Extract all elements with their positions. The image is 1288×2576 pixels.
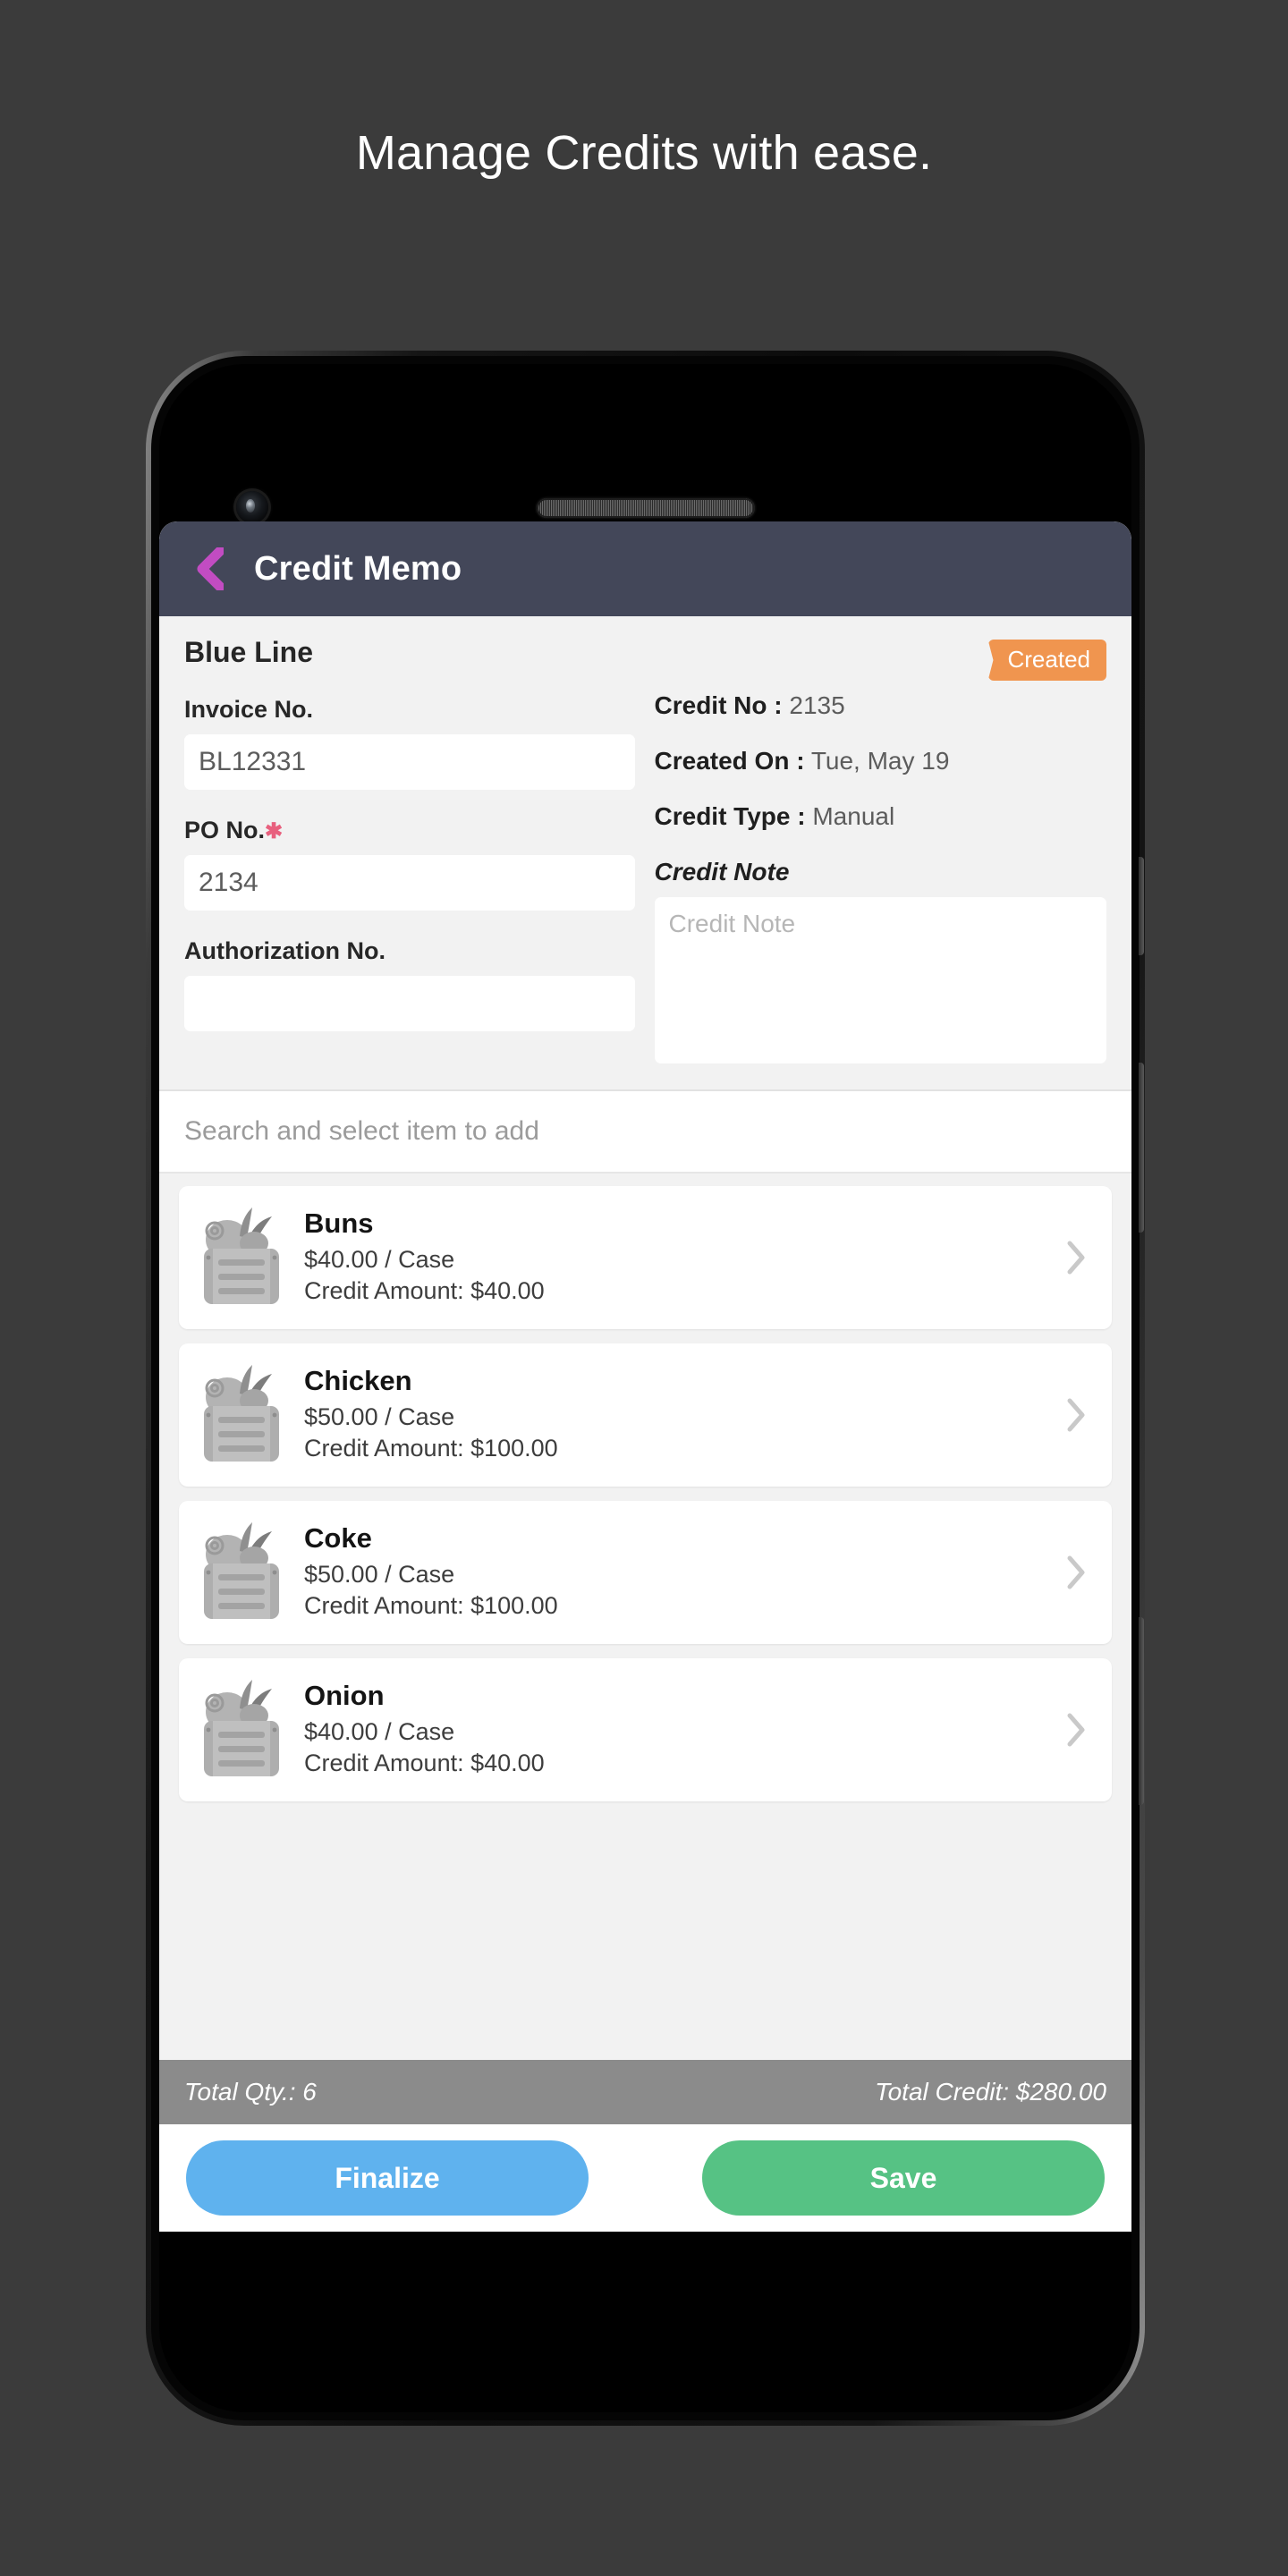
authorization-no-label: Authorization No. <box>184 937 635 965</box>
list-item-text: Chicken $50.00 / Case Credit Amount: $10… <box>301 1365 1058 1465</box>
list-item-name: Buns <box>304 1208 374 1240</box>
list-item-credit: Credit Amount: $40.00 <box>304 1277 545 1305</box>
list-item-credit: Credit Amount: $100.00 <box>304 1592 558 1620</box>
po-no-label: PO No.✱ <box>184 817 635 844</box>
phone-side-button-volume[interactable] <box>1139 1063 1144 1233</box>
front-camera-icon <box>236 491 268 523</box>
chevron-right-icon[interactable] <box>1058 1712 1094 1748</box>
customer-name: Blue Line <box>184 636 314 668</box>
list-item[interactable]: Buns $40.00 / Case Credit Amount: $40.00 <box>179 1186 1112 1329</box>
credit-memo-form: Created Blue Line Invoice No. PO No.✱ Au <box>159 616 1131 1091</box>
package-box-icon <box>195 1206 288 1309</box>
phone-side-button-mute[interactable] <box>1139 857 1144 955</box>
list-item[interactable]: Chicken $50.00 / Case Credit Amount: $10… <box>179 1343 1112 1487</box>
chevron-right-icon[interactable] <box>1058 1555 1094 1590</box>
page-title: Manage Credits with ease. <box>355 126 933 180</box>
credit-no-row: Credit No : 2135 <box>655 691 1107 720</box>
credit-no-value: 2135 <box>789 691 845 719</box>
credit-note-label: Credit Note <box>654 858 790 886</box>
list-item-name: Onion <box>304 1680 385 1712</box>
invoice-no-label: Invoice No. <box>184 696 635 724</box>
totals-bar: Total Qty.: 6 Total Credit: $280.00 <box>159 2060 1131 2124</box>
list-item-text: Onion $40.00 / Case Credit Amount: $40.0… <box>301 1680 1058 1780</box>
credit-no-key: Credit No : <box>654 691 783 719</box>
list-item-price: $40.00 / Case <box>304 1717 455 1745</box>
app-bar-title: Credit Memo <box>254 549 462 588</box>
chevron-left-icon <box>197 547 224 590</box>
action-bar: Finalize Save <box>159 2124 1131 2232</box>
required-asterisk-icon: ✱ <box>265 819 284 843</box>
status-badge: Created <box>987 640 1106 681</box>
item-search-bar[interactable] <box>159 1091 1131 1174</box>
list-item-name: Coke <box>304 1522 372 1555</box>
po-no-label-text: PO No. <box>184 817 266 843</box>
invoice-no-label-text: Invoice No. <box>184 696 314 723</box>
item-search-input[interactable] <box>184 1116 1106 1147</box>
form-left-column: Blue Line Invoice No. PO No.✱ Authorizat… <box>184 636 646 1068</box>
earpiece-speaker-icon <box>536 498 755 518</box>
list-item-price: $50.00 / Case <box>304 1402 455 1430</box>
list-item[interactable]: Coke $50.00 / Case Credit Amount: $100.0… <box>179 1501 1112 1644</box>
phone-frame: Credit Memo Created Blue Line Invoice No… <box>146 351 1145 2426</box>
phone-side-button-power[interactable] <box>1139 1617 1144 1805</box>
package-box-icon <box>195 1363 288 1467</box>
credit-type-key: Credit Type : <box>654 802 806 830</box>
total-qty-label: Total Qty.: 6 <box>184 2078 317 2106</box>
created-on-key: Created On : <box>654 747 805 775</box>
phone-inner-bezel: Credit Memo Created Blue Line Invoice No… <box>151 356 1144 2420</box>
list-item-text: Buns $40.00 / Case Credit Amount: $40.00 <box>301 1208 1058 1308</box>
list-item-price: $50.00 / Case <box>304 1560 455 1588</box>
package-box-icon <box>195 1678 288 1782</box>
finalize-button[interactable]: Finalize <box>186 2140 589 2216</box>
authorization-no-label-text: Authorization No. <box>184 937 386 964</box>
list-item-text: Coke $50.00 / Case Credit Amount: $100.0… <box>301 1522 1058 1623</box>
list-item[interactable]: Onion $40.00 / Case Credit Amount: $40.0… <box>179 1658 1112 1801</box>
credit-type-row: Credit Type : Manual <box>655 802 1107 831</box>
credit-note-textarea[interactable] <box>654 897 1106 1063</box>
list-item-name: Chicken <box>304 1365 412 1397</box>
list-item-price: $40.00 / Case <box>304 1245 455 1273</box>
list-item-credit: Credit Amount: $40.00 <box>304 1750 545 1777</box>
list-item-credit: Credit Amount: $100.00 <box>304 1435 558 1462</box>
created-on-row: Created On : Tue, May 19 <box>655 747 1107 775</box>
package-box-icon <box>195 1521 288 1624</box>
total-credit-label: Total Credit: $280.00 <box>875 2078 1106 2106</box>
created-on-value: Tue, May 19 <box>810 747 950 775</box>
app-screen: Credit Memo Created Blue Line Invoice No… <box>159 521 1131 2232</box>
save-button[interactable]: Save <box>702 2140 1105 2216</box>
invoice-no-input[interactable] <box>184 734 635 790</box>
phone-screen: Credit Memo Created Blue Line Invoice No… <box>159 364 1131 2412</box>
credit-type-value: Manual <box>812 802 895 830</box>
form-right-column: Credit No : 2135 Created On : Tue, May 1… <box>646 636 1107 1068</box>
back-button[interactable] <box>182 543 234 595</box>
po-no-input[interactable] <box>184 855 635 911</box>
credit-item-list: Buns $40.00 / Case Credit Amount: $40.00 <box>159 1174 1131 2060</box>
authorization-no-input[interactable] <box>184 976 635 1031</box>
chevron-right-icon[interactable] <box>1058 1240 1094 1275</box>
app-bar: Credit Memo <box>159 521 1131 616</box>
chevron-right-icon[interactable] <box>1058 1397 1094 1433</box>
